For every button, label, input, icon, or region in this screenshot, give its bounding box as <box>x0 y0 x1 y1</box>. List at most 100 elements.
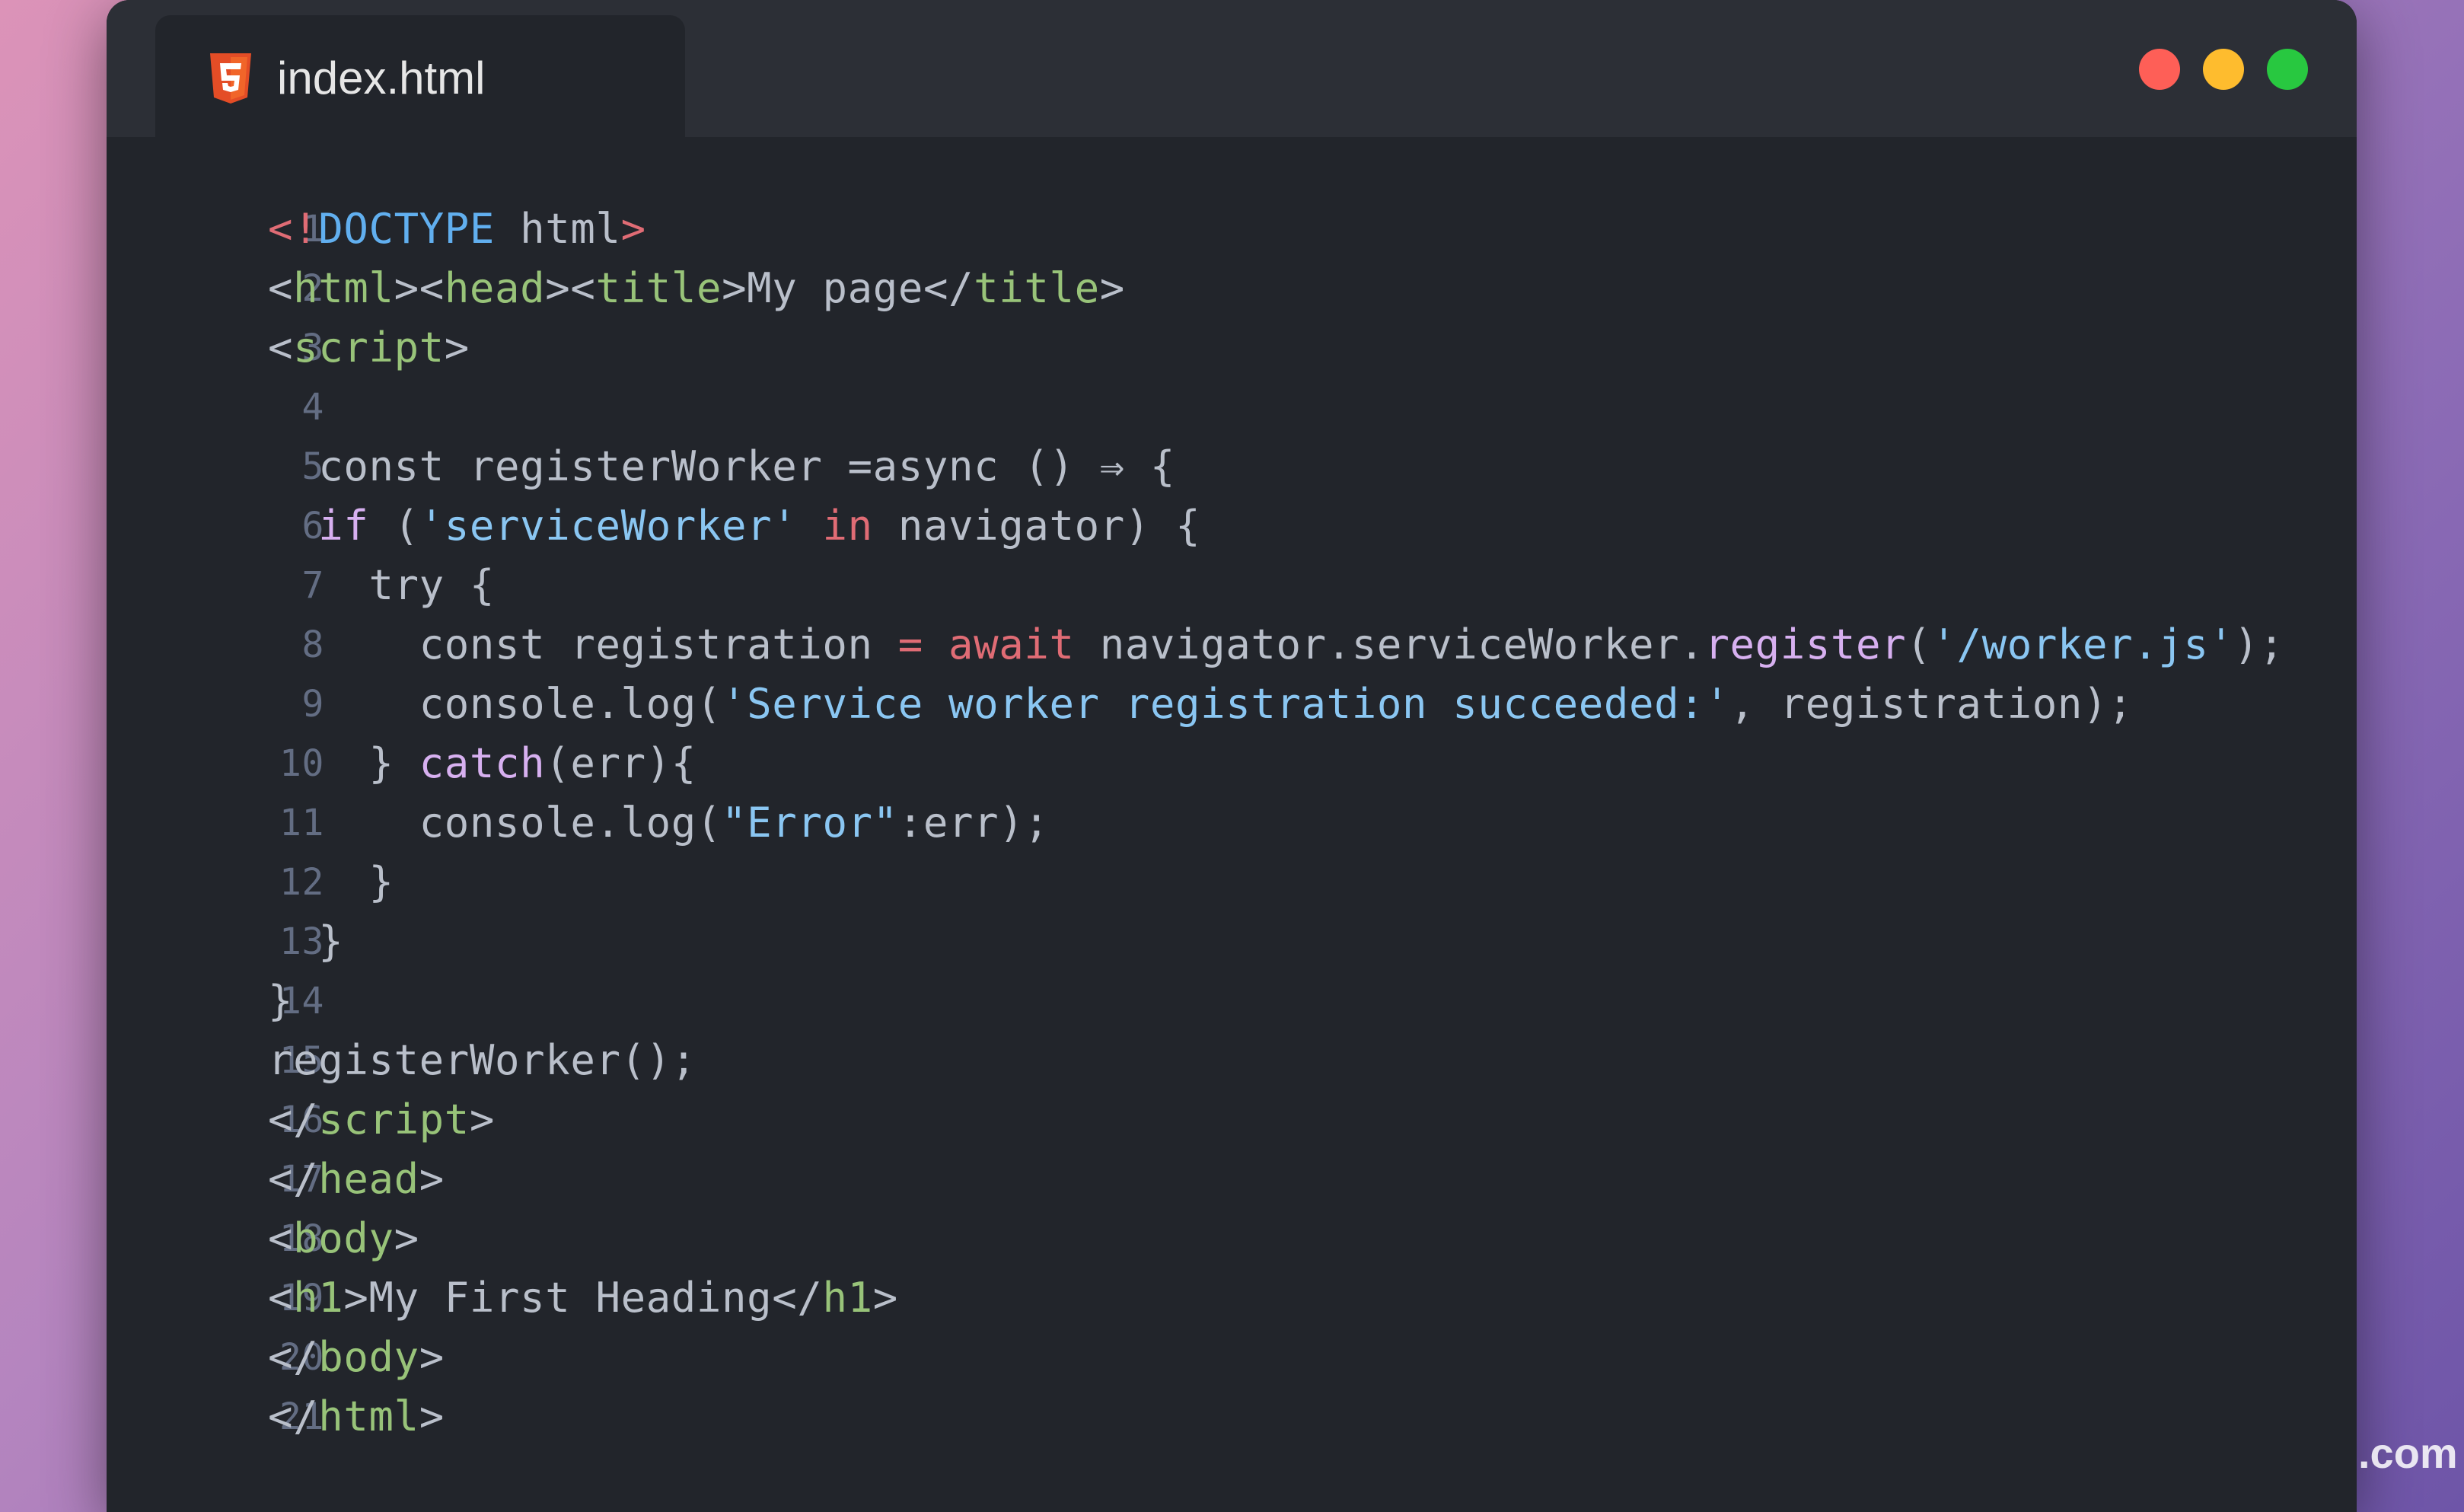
code-line: 10 } catch(err){ <box>107 734 2357 793</box>
tab-index-html[interactable]: index.html <box>155 15 685 137</box>
code-token: > <box>419 1392 445 1440</box>
code-token: body <box>318 1333 419 1381</box>
code-token: console.log( <box>268 799 722 847</box>
code-token: >< <box>545 264 596 312</box>
watermark: .com <box>2358 1429 2458 1477</box>
code-token: </ <box>268 1096 319 1144</box>
code-text: } <box>268 912 343 971</box>
code-token: "Error" <box>722 799 898 847</box>
close-button[interactable] <box>2139 49 2180 90</box>
code-line: 20 </body> <box>107 1328 2357 1387</box>
code-token: >< <box>394 264 445 312</box>
code-text: <html><head><title>My page</title> <box>268 259 1125 318</box>
code-token: < <box>268 324 294 372</box>
code-line: 4 <box>107 378 2357 437</box>
code-token: > <box>469 1096 496 1144</box>
code-token: register <box>1704 620 1907 668</box>
code-text: registerWorker(); <box>268 1031 696 1090</box>
line-number: 4 <box>301 386 324 429</box>
code-token: navigator) { <box>872 502 1201 550</box>
code-token: const registerWorker =async () ⇒ { <box>268 442 1175 490</box>
code-token: const registration <box>268 620 898 668</box>
code-text: } catch(err){ <box>268 734 696 793</box>
code-token: > <box>620 205 646 253</box>
title-bar: index.html <box>107 0 2357 137</box>
code-text: <h1>My First Heading</h1> <box>268 1268 898 1328</box>
code-token: await <box>948 620 1075 668</box>
minimize-button[interactable] <box>2203 49 2244 90</box>
code-token: ( <box>368 502 419 550</box>
code-token: catch <box>419 739 546 787</box>
code-text: const registration = await navigator.ser… <box>268 615 2284 675</box>
code-token: if <box>318 502 369 550</box>
code-token: </ <box>268 1392 319 1440</box>
code-line: 13 } <box>107 912 2357 971</box>
code-text: console.log("Error":err); <box>268 793 1049 853</box>
maximize-button[interactable] <box>2267 49 2308 90</box>
code-token: script <box>318 1096 470 1144</box>
code-line: 1 <!DOCTYPE html> <box>107 199 2357 259</box>
code-token: >My page</ <box>722 264 974 312</box>
code-text: </script> <box>268 1090 495 1150</box>
code-text: console.log('Service worker registration… <box>268 675 2133 734</box>
code-line: 2 <html><head><title>My page</title> <box>107 259 2357 318</box>
code-token: try { <box>268 561 495 609</box>
code-token: < <box>268 1274 294 1322</box>
code-token: registerWorker(); <box>268 1036 696 1084</box>
code-line: 11 console.log("Error":err); <box>107 793 2357 853</box>
code-token: title <box>974 264 1100 312</box>
code-token: > <box>872 1274 898 1322</box>
code-token: } <box>268 917 344 965</box>
code-token: > <box>1099 264 1125 312</box>
code-token: 'Service worker registration succeeded:' <box>722 680 1730 728</box>
code-line: 19 <h1>My First Heading</h1> <box>107 1268 2357 1328</box>
code-line: 8 const registration = await navigator.s… <box>107 615 2357 675</box>
code-token: > <box>419 1155 445 1203</box>
code-token: > <box>394 1214 419 1262</box>
html5-icon <box>209 52 253 105</box>
code-line: 14} <box>107 971 2357 1031</box>
code-token: '/worker.js' <box>1931 620 2234 668</box>
code-window: index.html 1 <!DOCTYPE html> 2 <html><head>… <box>107 0 2357 1512</box>
code-token: ); <box>2233 620 2284 668</box>
code-token: <! <box>268 205 319 253</box>
code-text: </body> <box>268 1328 445 1387</box>
code-token: 'serviceWorker' <box>419 502 798 550</box>
code-editor[interactable]: 1 <!DOCTYPE html> 2 <html><head><title>My p… <box>107 199 2357 1447</box>
code-text: </head> <box>268 1150 445 1209</box>
code-text: if ('serviceWorker' in navigator) { <box>268 496 1200 556</box>
code-token: </ <box>268 1155 319 1203</box>
code-text: <!DOCTYPE html> <box>268 199 646 259</box>
code-text: } <box>268 971 293 1031</box>
code-line: 9 console.log('Service worker registrati… <box>107 675 2357 734</box>
code-token: head <box>444 264 546 312</box>
code-token: } <box>268 858 394 906</box>
code-token: in <box>822 502 873 550</box>
code-line: 18 <body> <box>107 1209 2357 1268</box>
code-token: navigator.serviceWorker. <box>1074 620 1705 668</box>
code-token: > <box>444 324 470 372</box>
tab-label: index.html <box>277 53 486 104</box>
code-token: ( <box>1906 620 1932 668</box>
code-token: head <box>318 1155 419 1203</box>
code-token: html <box>495 205 621 253</box>
code-token: h1 <box>293 1274 344 1322</box>
code-token: >My First Heading</ <box>343 1274 823 1322</box>
code-token: h1 <box>822 1274 873 1322</box>
code-line: 15 registerWorker(); <box>107 1031 2357 1090</box>
code-line: 16 </script> <box>107 1090 2357 1150</box>
code-token: = <box>897 620 923 668</box>
code-line: 17 </head> <box>107 1150 2357 1209</box>
code-token: title <box>595 264 722 312</box>
code-token: html <box>293 264 394 312</box>
code-text: <body> <box>268 1209 419 1268</box>
code-token: } <box>268 739 419 787</box>
code-text: const registerWorker =async () ⇒ { <box>268 437 1175 496</box>
code-token: < <box>268 264 294 312</box>
code-token: html <box>318 1392 419 1440</box>
code-token: console.log( <box>268 680 722 728</box>
code-text: try { <box>268 556 495 615</box>
